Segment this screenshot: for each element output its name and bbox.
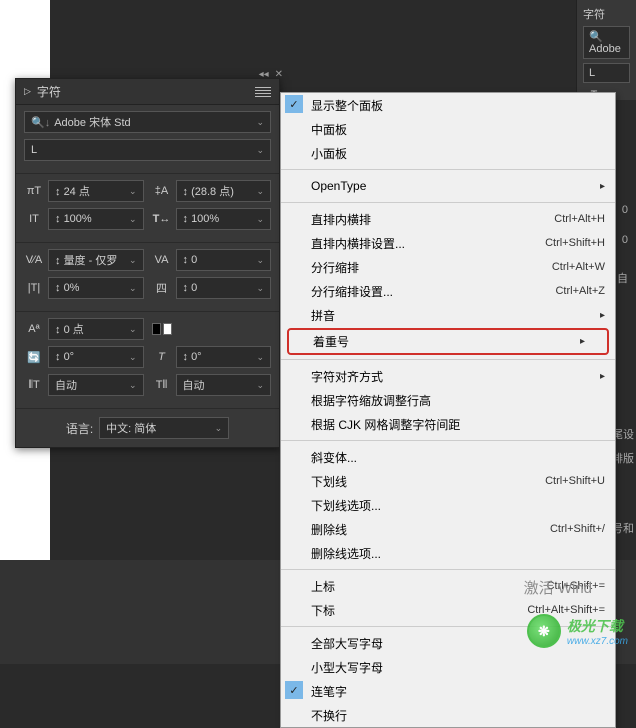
menu-tcy-settings[interactable]: 直排内横排设置...Ctrl+Shift+H <box>281 231 615 255</box>
font-size-dropdown[interactable]: ↕ 24 点⌄ <box>48 180 144 202</box>
skew-icon: T <box>152 349 172 365</box>
bg-val: 0 <box>622 204 628 216</box>
size-section: πT ↕ 24 点⌄ ‡A ↕ (28.8 点)⌄ IT ↕ 100%⌄ T↔ … <box>16 173 279 242</box>
chevron-down-icon: ⌄ <box>256 145 264 156</box>
font-section: 🔍↓Adobe 宋体 Std ⌄ L ⌄ <box>16 105 279 173</box>
skew-dropdown[interactable]: ↕ 0°⌄ <box>176 346 272 368</box>
bg-val: 0 <box>622 234 628 246</box>
font-weight-dropdown[interactable]: L ⌄ <box>24 139 271 161</box>
mini-font[interactable]: 🔍Adobe <box>583 26 630 59</box>
menu-kenten[interactable]: 着重号▸ <box>287 328 609 355</box>
menu-strike-opts[interactable]: 删除线选项... <box>281 541 615 565</box>
menu-subscript[interactable]: 下标Ctrl+Alt+Shift+= <box>281 598 615 622</box>
baseline-dropdown[interactable]: ↕ 0%⌄ <box>48 277 144 299</box>
mini-weight[interactable]: L <box>583 63 630 83</box>
menu-ruby[interactable]: 拼音▸ <box>281 303 615 327</box>
font-family-dropdown[interactable]: 🔍↓Adobe 宋体 Std ⌄ <box>24 111 271 133</box>
submenu-arrow-icon: ▸ <box>600 181 605 192</box>
menu-tcy[interactable]: 直排内横排Ctrl+Alt+H <box>281 207 615 231</box>
aki-section: Aª ↕ 0 点⌄ 🔄 ↕ 0°⌄ T ↕ 0°⌄ ⦀T <box>16 311 279 408</box>
leading-dropdown[interactable]: ↕ (28.8 点)⌄ <box>176 180 272 202</box>
search-icon: 🔍↓ <box>31 117 50 129</box>
panel-menu-icon[interactable] <box>255 86 271 98</box>
menu-underline[interactable]: 下划线Ctrl+Shift+U <box>281 469 615 493</box>
rotate-dropdown[interactable]: ↕ 0°⌄ <box>48 346 144 368</box>
panel-titlebar[interactable]: ▷ 字符 <box>16 79 279 105</box>
vscale-icon: IT <box>24 211 44 227</box>
aki-dropdown[interactable]: ↕ 0 点⌄ <box>48 318 144 340</box>
menu-separator <box>281 359 615 360</box>
language-section: 语言: 中文: 简体⌄ <box>16 408 279 447</box>
windows-activation-text: 激活 Wind <box>524 577 592 598</box>
submenu-arrow-icon: ▸ <box>600 310 605 321</box>
menu-prop-metrics[interactable]: 根据字符缩放调整行高 <box>281 388 615 412</box>
menu-show-full[interactable]: ✓ 显示整个面板 <box>281 93 615 117</box>
mojikumi-after-icon: T⦀ <box>152 377 172 393</box>
menu-ligatures[interactable]: ✓ 连笔字 <box>281 679 615 703</box>
rotate-icon: 🔄 <box>24 349 44 365</box>
panel-window-controls[interactable]: ◂◂ ✕ <box>259 69 283 80</box>
hscale-icon: T↔ <box>152 211 172 227</box>
close-icon[interactable]: ✕ <box>275 69 283 80</box>
leading-icon: ‡A <box>152 183 172 199</box>
language-dropdown[interactable]: 中文: 简体⌄ <box>99 417 229 439</box>
panel-title: 字符 <box>37 83 61 100</box>
baseline-icon: |T| <box>24 280 44 296</box>
expand-icon[interactable]: ▷ <box>24 86 31 97</box>
menu-separator <box>281 569 615 570</box>
tracking-dropdown[interactable]: ↕ 0⌄ <box>176 249 272 271</box>
kerning-section: V⁄A ↕ 量度 - 仅罗⌄ VA ↕ 0⌄ |T| ↕ 0%⌄ 四 ↕ 0⌄ <box>16 242 279 311</box>
bg-val: 自 <box>617 270 628 286</box>
mojikumi-before-dropdown[interactable]: 自动⌄ <box>48 374 144 396</box>
menu-underline-opts[interactable]: 下划线选项... <box>281 493 615 517</box>
kerning-dropdown[interactable]: ↕ 量度 - 仅罗⌄ <box>48 249 144 271</box>
tracking-icon: VA <box>152 252 172 268</box>
mojikumi-after-dropdown[interactable]: 自动⌄ <box>176 374 272 396</box>
menu-show-mid[interactable]: 中面板 <box>281 117 615 141</box>
menu-italic[interactable]: 斜变体... <box>281 445 615 469</box>
mini-char-panel: 字符 🔍Adobe L πT <box>576 0 636 100</box>
mini-title: 字符 <box>583 6 630 22</box>
submenu-arrow-icon: ▸ <box>600 371 605 382</box>
menu-separator <box>281 202 615 203</box>
vscale-dropdown[interactable]: ↕ 100%⌄ <box>48 208 144 230</box>
character-panel: ◂◂ ✕ ▷ 字符 🔍↓Adobe 宋体 Std ⌄ L ⌄ πT ↕ 24 点 <box>15 78 280 448</box>
tsume-dropdown[interactable]: ↕ 0⌄ <box>176 277 272 299</box>
menu-separator <box>281 440 615 441</box>
kerning-icon: V⁄A <box>24 252 44 268</box>
color-swatches-icon[interactable] <box>152 321 172 337</box>
hscale-dropdown[interactable]: ↕ 100%⌄ <box>176 208 272 230</box>
chevron-down-icon: ⌄ <box>256 117 264 128</box>
language-label: 语言: <box>66 420 93 437</box>
menu-char-align[interactable]: 字符对齐方式▸ <box>281 364 615 388</box>
menu-opentype[interactable]: OpenType▸ <box>281 174 615 198</box>
menu-separator <box>281 169 615 170</box>
tsume-icon: 四 <box>152 280 172 296</box>
font-size-icon: πT <box>24 183 44 199</box>
panel-flyout-menu: ✓ 显示整个面板 中面板 小面板 OpenType▸ 直排内横排Ctrl+Alt… <box>280 92 616 728</box>
menu-allcaps[interactable]: 全部大写字母 <box>281 631 615 655</box>
menu-warichu[interactable]: 分行缩排Ctrl+Alt+W <box>281 255 615 279</box>
mojikumi-before-icon: ⦀T <box>24 377 44 393</box>
menu-smallcaps[interactable]: 小型大写字母 <box>281 655 615 679</box>
check-icon: ✓ <box>285 681 303 699</box>
menu-nobreak[interactable]: 不换行 <box>281 703 615 727</box>
menu-separator <box>281 626 615 627</box>
menu-strike[interactable]: 删除线Ctrl+Shift+/ <box>281 517 615 541</box>
check-icon: ✓ <box>285 95 303 113</box>
menu-show-small[interactable]: 小面板 <box>281 141 615 165</box>
collapse-icon[interactable]: ◂◂ <box>259 69 269 80</box>
menu-warichu-settings[interactable]: 分行缩排设置...Ctrl+Alt+Z <box>281 279 615 303</box>
aki-icon: Aª <box>24 321 44 337</box>
submenu-arrow-icon: ▸ <box>580 336 585 347</box>
menu-cjk-grid[interactable]: 根据 CJK 网格调整字符间距 <box>281 412 615 436</box>
